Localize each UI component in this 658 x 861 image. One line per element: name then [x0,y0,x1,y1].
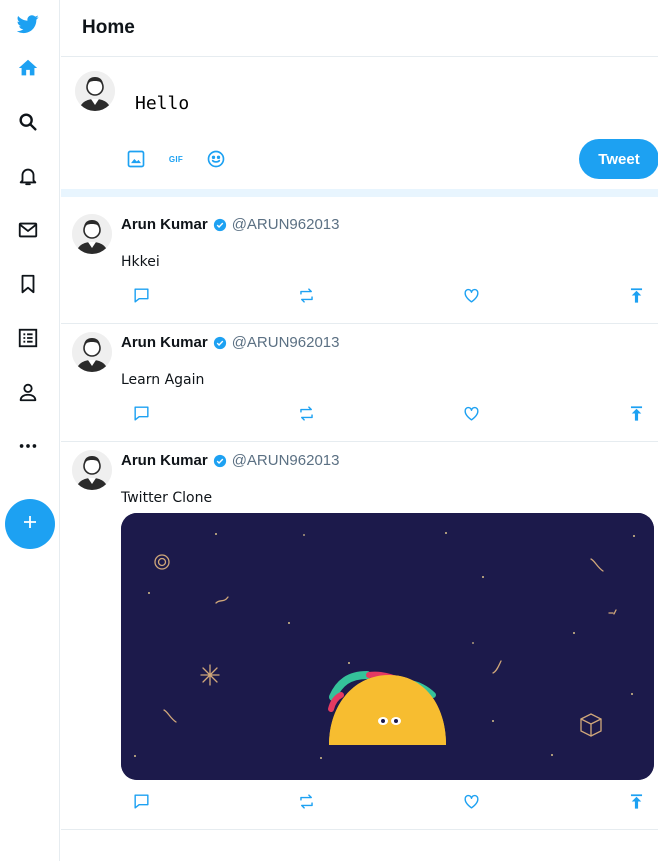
share-icon[interactable] [624,283,648,307]
gif-label: GIF [168,154,184,164]
post-actions [121,283,651,307]
avatar [75,71,115,111]
post-header: Arun Kumar @ARUN962013 [121,216,339,233]
tweet-post[interactable]: Arun Kumar @ARUN962013 Twitter Clone [61,442,658,830]
avatar[interactable] [72,214,112,254]
tweet-input[interactable]: Hello [135,83,555,123]
post-actions [121,789,651,813]
verified-icon [213,336,227,350]
main-feed: Home Hello GIF Tweet Arun Kumar @ARUN962… [61,0,658,861]
post-header: Arun Kumar @ARUN962013 [121,452,339,469]
bookmark-icon[interactable] [12,268,44,300]
tweet-button[interactable]: Tweet [579,139,658,179]
image-icon[interactable] [124,147,148,171]
verified-icon [213,218,227,232]
search-icon[interactable] [12,106,44,138]
author-handle[interactable]: @ARUN962013 [232,334,340,351]
new-tweet-button[interactable] [5,499,55,549]
profile-icon[interactable] [12,376,44,408]
reply-icon[interactable] [129,789,153,813]
author-handle[interactable]: @ARUN962013 [232,216,340,233]
tweet-input-value[interactable]: Hello [135,93,189,114]
gif-icon[interactable]: GIF [164,147,188,171]
compose-box: Hello GIF Tweet [61,57,658,197]
tweet-post[interactable]: Arun Kumar @ARUN962013 Hkkei [61,206,658,324]
author-handle[interactable]: @ARUN962013 [232,452,340,469]
twitter-logo-icon[interactable] [12,8,44,40]
retweet-icon[interactable] [294,401,318,425]
post-header: Arun Kumar @ARUN962013 [121,334,339,351]
tweet-post[interactable]: Arun Kumar @ARUN962013 Learn Again [61,324,658,442]
retweet-icon[interactable] [294,789,318,813]
verified-icon [213,454,227,468]
mail-icon[interactable] [12,214,44,246]
post-media-gif[interactable] [121,513,654,780]
avatar[interactable] [72,332,112,372]
post-actions [121,401,651,425]
post-text: Twitter Clone [121,490,213,506]
sidebar [0,0,60,861]
share-icon[interactable] [624,789,648,813]
author-name[interactable]: Arun Kumar [121,334,208,351]
emoji-icon[interactable] [204,147,228,171]
avatar[interactable] [72,450,112,490]
reply-icon[interactable] [129,283,153,307]
like-icon[interactable] [459,283,483,307]
more-icon[interactable] [12,430,44,462]
list-icon[interactable] [12,322,44,354]
plus-icon [22,514,38,535]
share-icon[interactable] [624,401,648,425]
reply-icon[interactable] [129,401,153,425]
like-icon[interactable] [459,789,483,813]
page-title: Home [82,17,135,38]
author-name[interactable]: Arun Kumar [121,452,208,469]
retweet-icon[interactable] [294,283,318,307]
bell-icon[interactable] [12,160,44,192]
post-text: Hkkei [121,254,160,270]
header: Home [61,0,658,57]
like-icon[interactable] [459,401,483,425]
author-name[interactable]: Arun Kumar [121,216,208,233]
home-icon[interactable] [12,52,44,84]
post-text: Learn Again [121,372,205,388]
